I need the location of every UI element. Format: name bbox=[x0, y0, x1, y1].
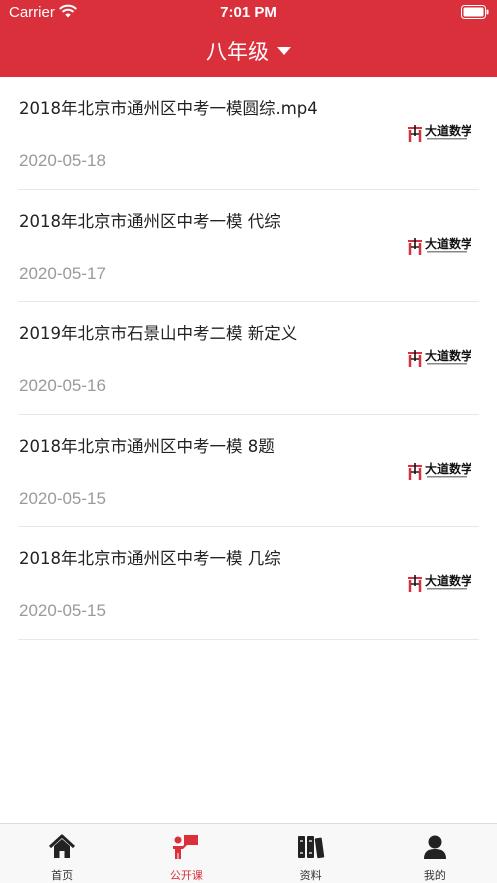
books-icon bbox=[297, 836, 324, 859]
home-icon bbox=[49, 834, 76, 858]
tab-label: 资料 bbox=[299, 869, 322, 882]
list-item[interactable]: 2019年北京市石景山中考二模 新定义 2020-05-16 大道数学 bbox=[18, 302, 479, 415]
list-item[interactable]: 2018年北京市通州区中考一模 代综 2020-05-17 大道数学 bbox=[18, 190, 479, 302]
status-time: 7:01 PM bbox=[220, 4, 277, 21]
course-list: 2018年北京市通州区中考一模圆综.mp4 2020-05-18 大道数学 20… bbox=[0, 77, 497, 640]
dadao-logo-icon: 大道数学 bbox=[408, 461, 471, 480]
grade-label: 八年级 bbox=[206, 40, 269, 64]
tab-bar: 首页 公开课 资料 我的 bbox=[0, 823, 497, 883]
battery-icon bbox=[461, 5, 489, 19]
item-title: 2019年北京市石景山中考二模 新定义 bbox=[19, 324, 298, 343]
svg-text:大道数学: 大道数学 bbox=[425, 573, 471, 588]
tab-label: 公开课 bbox=[169, 869, 203, 882]
list-item[interactable]: 2018年北京市通州区中考一模 几综 2020-05-15 大道数学 bbox=[18, 527, 479, 640]
item-title: 2018年北京市通州区中考一模 8题 bbox=[19, 436, 275, 456]
item-date: 2020-05-15 bbox=[19, 601, 106, 620]
dadao-logo-icon: 大道数学 bbox=[408, 236, 471, 255]
list-item[interactable]: 2018年北京市通州区中考一模圆综.mp4 2020-05-18 大道数学 bbox=[18, 77, 479, 190]
list-item[interactable]: 2018年北京市通州区中考一模 8题 2020-05-15 大道数学 bbox=[18, 415, 479, 527]
app-header: Carrier 7:01 PM 八年级 bbox=[0, 0, 497, 77]
person-icon bbox=[423, 835, 446, 859]
tab-label: 首页 bbox=[51, 869, 74, 882]
grade-dropdown[interactable]: 八年级 bbox=[0, 36, 497, 66]
item-date: 2020-05-18 bbox=[19, 151, 106, 170]
tab-open-class[interactable]: 公开课 bbox=[124, 824, 248, 883]
dadao-logo-icon: 大道数学 bbox=[408, 348, 471, 367]
caret-down-icon bbox=[277, 47, 291, 55]
teacher-icon bbox=[173, 835, 199, 859]
status-bar: Carrier 7:01 PM bbox=[0, 0, 497, 26]
item-title: 2018年北京市通州区中考一模 几综 bbox=[19, 549, 281, 568]
svg-text:大道数学: 大道数学 bbox=[425, 123, 471, 138]
item-date: 2020-05-17 bbox=[19, 263, 106, 283]
item-title: 2018年北京市通州区中考一模圆综.mp4 bbox=[19, 99, 318, 118]
svg-text:大道数学: 大道数学 bbox=[425, 236, 471, 251]
svg-text:大道数学: 大道数学 bbox=[425, 348, 471, 363]
svg-text:大道数学: 大道数学 bbox=[425, 461, 471, 476]
item-date: 2020-05-15 bbox=[19, 488, 106, 508]
tab-home[interactable]: 首页 bbox=[0, 824, 124, 883]
item-title: 2018年北京市通州区中考一模 代综 bbox=[19, 211, 281, 231]
tab-mine[interactable]: 我的 bbox=[373, 824, 497, 883]
tab-materials[interactable]: 资料 bbox=[249, 824, 373, 883]
item-date: 2020-05-16 bbox=[19, 376, 106, 395]
dadao-logo-icon: 大道数学 bbox=[408, 573, 471, 592]
dadao-logo-icon: 大道数学 bbox=[408, 123, 471, 142]
tab-label: 我的 bbox=[423, 869, 446, 882]
